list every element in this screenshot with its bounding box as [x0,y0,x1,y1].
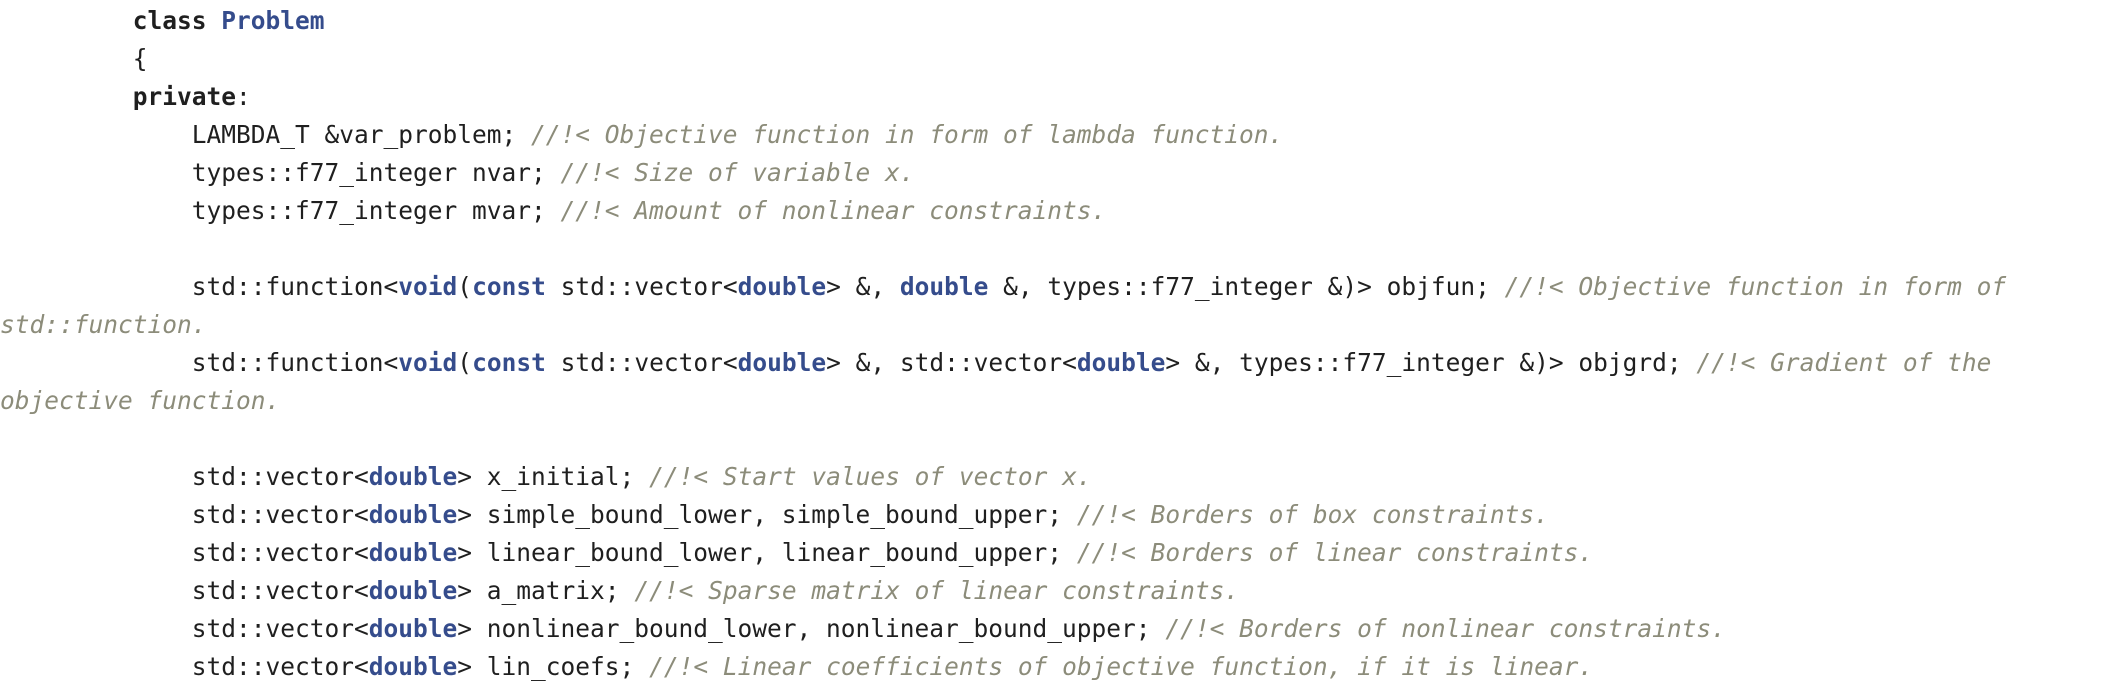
code-text: std::vector< [191,538,369,567]
code-type-keyword: double [368,614,458,643]
code-text: { [132,44,148,73]
code-type-keyword: double [1076,348,1166,377]
code-type-keyword: const [472,348,546,377]
code-text: > nonlinear_bound_lower, nonlinear_bound… [457,614,1166,643]
code-type-keyword: double [368,576,458,605]
code-text: std::vector< [191,462,369,491]
code-text: std::vector< [545,272,738,301]
code-type-keyword: Problem [221,6,325,35]
code-line: std::vector<double> linear_bound_lower, … [0,534,2124,572]
code-text: types::f77_integer mvar; [191,196,561,225]
code-text: > lin_coefs; [457,652,650,681]
code-type-keyword: double [368,652,458,681]
code-text: std::vector< [545,348,738,377]
code-line: std::vector<double> a_matrix; //!< Spars… [0,572,2124,610]
code-text: types::f77_integer nvar; [191,158,561,187]
code-comment: //!< Borders of linear constraints. [1076,538,1594,567]
code-comment: //!< Borders of box constraints. [1076,500,1549,529]
code-line: std::vector<double> x_initial; //!< Star… [0,458,2124,496]
code-text: std::vector< [191,500,369,529]
code-comment: //!< Linear coefficients of objective fu… [649,652,1594,681]
code-line: std::function<void(const std::vector<dou… [0,344,2124,382]
code-text: > &, std::vector< [826,348,1077,377]
code-line: types::f77_integer nvar; //!< Size of va… [0,154,2124,192]
code-comment: //!< Sparse matrix of linear constraints… [634,576,1240,605]
code-line: objective function. [0,382,2124,420]
code-comment: //!< Borders of nonlinear constraints. [1165,614,1726,643]
code-text: ( [457,348,473,377]
code-type-keyword: double [737,348,827,377]
code-text: std::vector< [191,652,369,681]
code-line: private: [0,78,2124,116]
code-type-keyword: void [398,348,458,377]
code-line: std::vector<double> lin_coefs; //!< Line… [0,648,2124,686]
code-line: std::function<void(const std::vector<dou… [0,268,2124,306]
code-line: std::vector<double> simple_bound_lower, … [0,496,2124,534]
code-text: ( [457,272,473,301]
code-comment: //!< Objective function in form of [1504,272,2007,301]
code-line: class Problem [0,2,2124,40]
code-line: std::vector<double> nonlinear_bound_lowe… [0,610,2124,648]
code-type-keyword: double [368,462,458,491]
code-text: > &, [826,272,900,301]
code-comment: //!< Gradient of the [1696,348,1992,377]
code-text: > &, types::f77_integer &)> objgrd; [1165,348,1697,377]
code-keyword: class [132,6,222,35]
code-text: LAMBDA_T &var_problem; [191,120,532,149]
code-line: { [0,40,2124,78]
code-comment: //!< Start values of vector x. [649,462,1092,491]
code-text: > simple_bound_lower, simple_bound_upper… [457,500,1077,529]
code-text: std::function< [191,348,399,377]
code-text: > x_initial; [457,462,650,491]
code-text: std::vector< [191,614,369,643]
code-type-keyword: double [737,272,827,301]
code-line: types::f77_integer mvar; //!< Amount of … [0,192,2124,230]
code-comment: //!< Amount of nonlinear constraints. [560,196,1107,225]
code-text: std::function< [191,272,399,301]
code-keyword: private [132,82,237,111]
code-comment: //!< Size of variable x. [560,158,915,187]
code-view: class Problem { private: LAMBDA_T &var_p… [0,0,2124,688]
code-type-keyword: const [472,272,546,301]
code-comment: std::function. [0,310,207,339]
code-line: LAMBDA_T &var_problem; //!< Objective fu… [0,116,2124,154]
code-comment: objective function. [0,386,281,415]
code-text: > a_matrix; [457,576,635,605]
code-comment: //!< Objective function in form of lambd… [531,120,1284,149]
code-text: std::vector< [191,576,369,605]
code-text: : [236,82,251,111]
code-text: > linear_bound_lower, linear_bound_upper… [457,538,1077,567]
code-type-keyword: double [899,272,989,301]
code-type-keyword: double [368,500,458,529]
code-line: std::function. [0,306,2124,344]
code-type-keyword: double [368,538,458,567]
code-text: &, types::f77_integer &)> objfun; [988,272,1505,301]
code-type-keyword: void [398,272,458,301]
